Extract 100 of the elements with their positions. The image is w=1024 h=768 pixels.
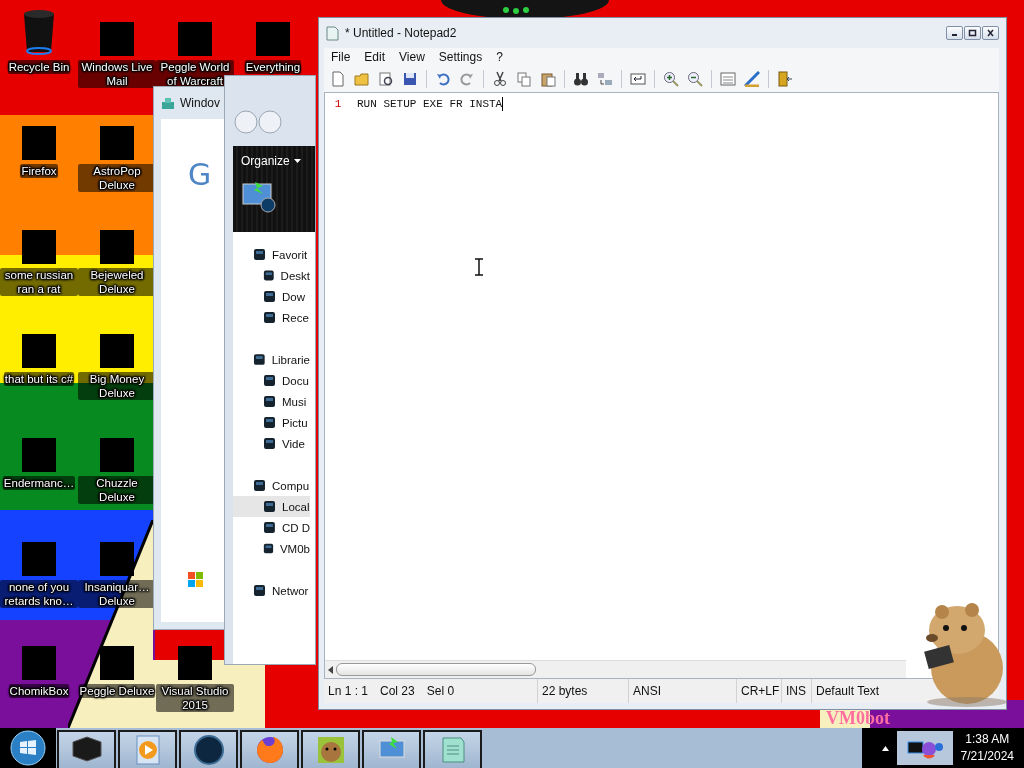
icon-label: Chuzzle Deluxe bbox=[78, 476, 156, 504]
nav-item[interactable]: Deskt bbox=[233, 265, 310, 286]
menu-item[interactable]: Settings bbox=[431, 48, 490, 66]
maximize-button[interactable] bbox=[964, 26, 981, 40]
menu-item[interactable]: Edit bbox=[357, 48, 393, 66]
nav-item[interactable]: Networ bbox=[233, 580, 310, 601]
tile-icon bbox=[263, 500, 276, 513]
redacted-icon bbox=[22, 542, 56, 576]
tile-icon bbox=[263, 542, 274, 555]
zoom-in-icon[interactable] bbox=[663, 71, 679, 87]
redacted-icon bbox=[100, 646, 134, 680]
nav-item[interactable]: VM0b bbox=[233, 538, 310, 559]
redo-icon[interactable] bbox=[459, 71, 475, 87]
status-text: Ln 1 : 1 bbox=[328, 684, 369, 698]
ruler-pencil-icon[interactable] bbox=[744, 71, 760, 87]
taskbar-button[interactable] bbox=[301, 730, 360, 768]
nav-item[interactable]: Musi bbox=[233, 391, 310, 412]
new-file-icon[interactable] bbox=[330, 71, 346, 87]
tile-icon bbox=[263, 437, 276, 450]
icon-label: Bejeweled Deluxe bbox=[78, 268, 156, 296]
scrollbar-thumb[interactable] bbox=[336, 663, 536, 676]
taskbar-button[interactable] bbox=[362, 730, 421, 768]
tile-icon bbox=[253, 479, 266, 492]
undo-icon[interactable] bbox=[435, 71, 451, 87]
status-text: 22 bytes bbox=[542, 684, 588, 698]
taskbar-button[interactable] bbox=[423, 730, 482, 768]
nav-item[interactable]: Compu bbox=[233, 475, 310, 496]
menu-item[interactable]: ? bbox=[489, 48, 510, 66]
text-cursor-icon bbox=[474, 258, 484, 276]
nav-item[interactable]: Pictu bbox=[233, 412, 310, 433]
nav-item[interactable]: Vide bbox=[233, 433, 310, 454]
organize-menu[interactable]: Organize bbox=[241, 154, 315, 168]
exit-door-icon[interactable] bbox=[777, 71, 793, 87]
tile-icon bbox=[263, 416, 276, 429]
status-text: INS bbox=[786, 684, 806, 698]
redacted-icon bbox=[100, 126, 134, 160]
status-text: CR+LF bbox=[741, 684, 780, 698]
tile-icon bbox=[263, 395, 276, 408]
status-text: Sel 0 bbox=[426, 684, 455, 698]
caret-icon bbox=[293, 159, 301, 163]
redacted-icon bbox=[100, 334, 134, 368]
tile-icon bbox=[263, 269, 275, 282]
status-text: Default Text bbox=[816, 684, 880, 698]
nav-item[interactable]: Local bbox=[233, 496, 310, 517]
redacted-icon bbox=[22, 230, 56, 264]
code-line: RUN SETUP EXE FR INSTA bbox=[357, 97, 503, 111]
taskbar-button[interactable] bbox=[57, 730, 116, 768]
horizontal-scrollbar[interactable] bbox=[325, 660, 906, 678]
tile-icon bbox=[263, 290, 276, 303]
redacted-icon bbox=[178, 646, 212, 680]
nav-item[interactable]: Librarie bbox=[233, 349, 310, 370]
paste-icon[interactable] bbox=[540, 71, 556, 87]
scissors-icon[interactable] bbox=[492, 71, 508, 87]
clock-time[interactable]: 1:38 AM bbox=[960, 731, 1014, 748]
nav-item[interactable]: Favorit bbox=[233, 244, 310, 265]
tile-icon bbox=[253, 584, 266, 597]
tile-icon bbox=[253, 248, 266, 261]
text-caret bbox=[502, 97, 504, 111]
notepad-icon bbox=[326, 25, 339, 41]
icon-label: some russian ran a rat bbox=[0, 268, 78, 296]
clock-date[interactable]: 7/21/2024 bbox=[960, 748, 1014, 765]
nav-item[interactable]: Docu bbox=[233, 370, 310, 391]
menu-item[interactable]: File bbox=[324, 48, 358, 66]
close-button[interactable] bbox=[982, 26, 999, 40]
document-search-icon[interactable] bbox=[378, 71, 394, 87]
redacted-icon bbox=[100, 542, 134, 576]
window-title: Windov bbox=[180, 96, 220, 110]
wrap-icon[interactable] bbox=[630, 71, 646, 87]
close-icon bbox=[986, 29, 995, 37]
icon-label: Big Money Deluxe bbox=[78, 372, 156, 400]
menu-item[interactable]: View bbox=[392, 48, 432, 66]
nav-item[interactable]: CD D bbox=[233, 517, 310, 538]
redacted-icon bbox=[22, 126, 56, 160]
tile-icon bbox=[263, 374, 276, 387]
minimize-button[interactable] bbox=[946, 26, 963, 40]
icon-label: Insaniquar… Deluxe bbox=[78, 580, 156, 608]
redacted-icon bbox=[22, 646, 56, 680]
nav-item[interactable]: Dow bbox=[233, 286, 310, 307]
zoom-out-icon[interactable] bbox=[687, 71, 703, 87]
taskbar-button[interactable] bbox=[118, 730, 177, 768]
tile-icon bbox=[253, 353, 266, 366]
window-title: * Untitled - Notepad2 bbox=[345, 26, 457, 40]
nav-item[interactable]: Rece bbox=[233, 307, 310, 328]
icon-label: Visual Studio 2015 bbox=[156, 684, 234, 712]
binoculars-icon[interactable] bbox=[573, 71, 589, 87]
windows-logo-icon bbox=[187, 572, 204, 588]
tile-icon bbox=[263, 521, 276, 534]
start-button[interactable] bbox=[10, 730, 46, 766]
taskbar-button[interactable] bbox=[179, 730, 238, 768]
scroll-left-icon[interactable] bbox=[328, 665, 334, 674]
folder-icon[interactable] bbox=[354, 71, 370, 87]
taskbar-button[interactable] bbox=[240, 730, 299, 768]
redacted-icon bbox=[22, 334, 56, 368]
save-icon[interactable] bbox=[402, 71, 418, 87]
logo-letter: G bbox=[187, 157, 212, 192]
tray-icon-button[interactable] bbox=[896, 731, 953, 765]
copy-icon[interactable] bbox=[516, 71, 532, 87]
redacted-icon bbox=[22, 438, 56, 472]
app-icon bbox=[161, 97, 175, 109]
show-hidden-icons-icon[interactable] bbox=[881, 745, 889, 751]
